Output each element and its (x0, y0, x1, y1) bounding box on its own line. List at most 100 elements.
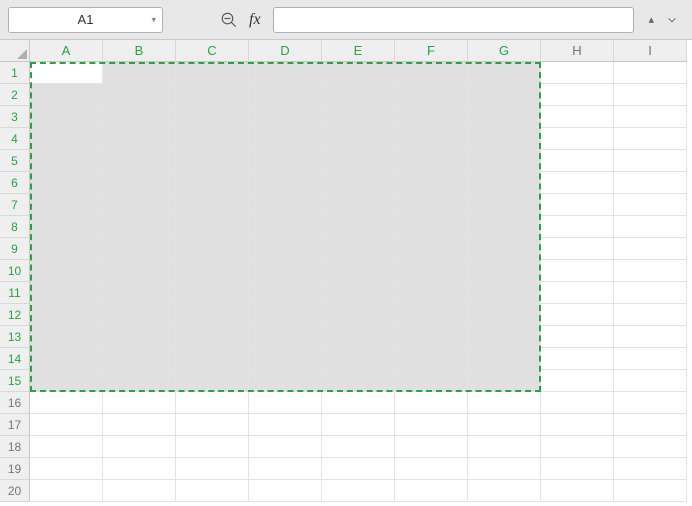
cell-B9[interactable] (103, 238, 176, 260)
cell-C13[interactable] (176, 326, 249, 348)
column-header-D[interactable]: D (249, 40, 322, 62)
cell-B16[interactable] (103, 392, 176, 414)
cell-G18[interactable] (468, 436, 541, 458)
cell-I10[interactable] (614, 260, 687, 282)
cell-D7[interactable] (249, 194, 322, 216)
cell-A11[interactable] (30, 282, 103, 304)
cell-B19[interactable] (103, 458, 176, 480)
cell-D4[interactable] (249, 128, 322, 150)
cell-E6[interactable] (322, 172, 395, 194)
cell-A20[interactable] (30, 480, 103, 502)
cell-G9[interactable] (468, 238, 541, 260)
cell-F6[interactable] (395, 172, 468, 194)
cell-F12[interactable] (395, 304, 468, 326)
column-header-E[interactable]: E (322, 40, 395, 62)
cell-E5[interactable] (322, 150, 395, 172)
cell-F11[interactable] (395, 282, 468, 304)
cell-B12[interactable] (103, 304, 176, 326)
cell-H18[interactable] (541, 436, 614, 458)
cell-G14[interactable] (468, 348, 541, 370)
cell-F19[interactable] (395, 458, 468, 480)
cell-A16[interactable] (30, 392, 103, 414)
row-header-7[interactable]: 7 (0, 194, 30, 216)
cell-H20[interactable] (541, 480, 614, 502)
cell-F9[interactable] (395, 238, 468, 260)
cell-C2[interactable] (176, 84, 249, 106)
cell-F5[interactable] (395, 150, 468, 172)
cell-G8[interactable] (468, 216, 541, 238)
row-header-10[interactable]: 10 (0, 260, 30, 282)
cell-G20[interactable] (468, 480, 541, 502)
column-header-G[interactable]: G (468, 40, 541, 62)
cell-A6[interactable] (30, 172, 103, 194)
cell-I14[interactable] (614, 348, 687, 370)
cell-D9[interactable] (249, 238, 322, 260)
cell-B20[interactable] (103, 480, 176, 502)
cell-H10[interactable] (541, 260, 614, 282)
cell-E15[interactable] (322, 370, 395, 392)
cell-H5[interactable] (541, 150, 614, 172)
cell-G11[interactable] (468, 282, 541, 304)
cell-D5[interactable] (249, 150, 322, 172)
row-header-1[interactable]: 1 (0, 62, 30, 84)
cell-D8[interactable] (249, 216, 322, 238)
cell-F4[interactable] (395, 128, 468, 150)
cell-D11[interactable] (249, 282, 322, 304)
cell-A17[interactable] (30, 414, 103, 436)
cell-D16[interactable] (249, 392, 322, 414)
cell-H14[interactable] (541, 348, 614, 370)
cell-A7[interactable] (30, 194, 103, 216)
cell-F8[interactable] (395, 216, 468, 238)
cell-E20[interactable] (322, 480, 395, 502)
cell-C10[interactable] (176, 260, 249, 282)
cell-C18[interactable] (176, 436, 249, 458)
cell-E8[interactable] (322, 216, 395, 238)
cell-D1[interactable] (249, 62, 322, 84)
cell-B4[interactable] (103, 128, 176, 150)
cell-H4[interactable] (541, 128, 614, 150)
cell-C19[interactable] (176, 458, 249, 480)
cell-G17[interactable] (468, 414, 541, 436)
cell-F18[interactable] (395, 436, 468, 458)
row-header-9[interactable]: 9 (0, 238, 30, 260)
cell-E11[interactable] (322, 282, 395, 304)
row-header-15[interactable]: 15 (0, 370, 30, 392)
cell-C6[interactable] (176, 172, 249, 194)
cell-H12[interactable] (541, 304, 614, 326)
cell-E10[interactable] (322, 260, 395, 282)
cell-F13[interactable] (395, 326, 468, 348)
spreadsheet-grid[interactable]: ABCDEFGHI1234567891011121314151617181920 (0, 40, 692, 502)
cell-I15[interactable] (614, 370, 687, 392)
cell-G12[interactable] (468, 304, 541, 326)
cell-H6[interactable] (541, 172, 614, 194)
cell-E14[interactable] (322, 348, 395, 370)
cell-A13[interactable] (30, 326, 103, 348)
cell-H8[interactable] (541, 216, 614, 238)
cell-C1[interactable] (176, 62, 249, 84)
cell-F14[interactable] (395, 348, 468, 370)
cell-E2[interactable] (322, 84, 395, 106)
cell-I19[interactable] (614, 458, 687, 480)
cell-E17[interactable] (322, 414, 395, 436)
cell-D17[interactable] (249, 414, 322, 436)
cell-H13[interactable] (541, 326, 614, 348)
cell-G2[interactable] (468, 84, 541, 106)
cell-E12[interactable] (322, 304, 395, 326)
cell-A10[interactable] (30, 260, 103, 282)
cell-I1[interactable] (614, 62, 687, 84)
cell-I18[interactable] (614, 436, 687, 458)
cell-I3[interactable] (614, 106, 687, 128)
row-header-19[interactable]: 19 (0, 458, 30, 480)
cell-H11[interactable] (541, 282, 614, 304)
cell-A5[interactable] (30, 150, 103, 172)
row-header-6[interactable]: 6 (0, 172, 30, 194)
cell-F1[interactable] (395, 62, 468, 84)
cell-D12[interactable] (249, 304, 322, 326)
cell-A15[interactable] (30, 370, 103, 392)
select-all-corner[interactable] (0, 40, 30, 62)
cell-B1[interactable] (103, 62, 176, 84)
cell-I8[interactable] (614, 216, 687, 238)
column-header-F[interactable]: F (395, 40, 468, 62)
cell-B14[interactable] (103, 348, 176, 370)
cell-F16[interactable] (395, 392, 468, 414)
